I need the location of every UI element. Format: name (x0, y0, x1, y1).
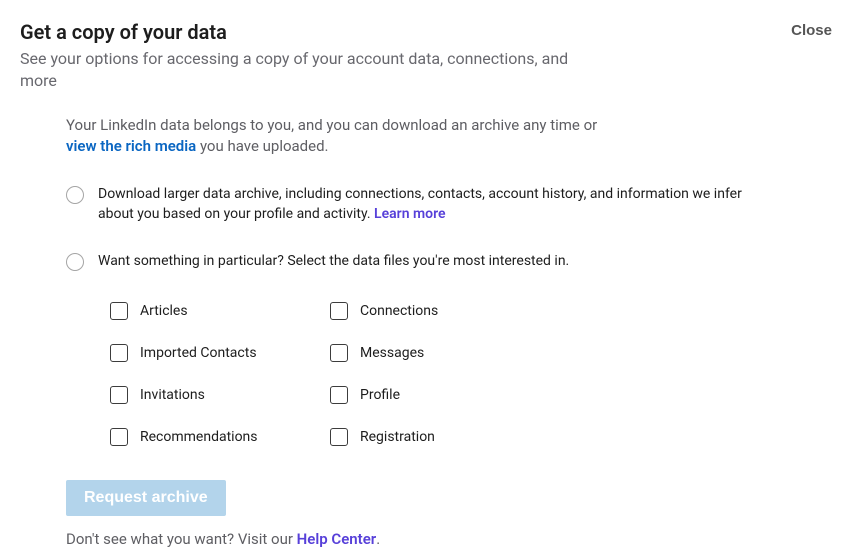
radio-full-archive[interactable] (66, 186, 84, 204)
checkbox-row-invitations[interactable]: Invitations (110, 386, 320, 404)
checkbox-label-messages: Messages (360, 345, 424, 361)
checkbox-label-connections: Connections (360, 303, 438, 319)
checkbox-imported-contacts[interactable] (110, 344, 128, 362)
radio-specific-label: Want something in particular? Select the… (98, 252, 569, 272)
footer-note: Don't see what you want? Visit our Help … (66, 530, 836, 548)
intro-prefix: Your LinkedIn data belongs to you, and y… (66, 116, 597, 134)
radio-specific[interactable] (66, 253, 84, 271)
content-area: Your LinkedIn data belongs to you, and y… (20, 91, 836, 548)
help-center-link[interactable]: Help Center (297, 530, 377, 548)
intro-text: Your LinkedIn data belongs to you, and y… (66, 115, 606, 157)
checkbox-label-profile: Profile (360, 387, 400, 403)
checkbox-profile[interactable] (330, 386, 348, 404)
checkbox-row-profile[interactable]: Profile (330, 386, 540, 404)
checkbox-row-recommendations[interactable]: Recommendations (110, 428, 320, 446)
checkbox-label-recommendations: Recommendations (140, 429, 258, 445)
checkbox-invitations[interactable] (110, 386, 128, 404)
checkbox-label-articles: Articles (140, 303, 188, 319)
checkbox-row-articles[interactable]: Articles (110, 302, 320, 320)
page-title: Get a copy of your data (20, 20, 227, 44)
checkbox-articles[interactable] (110, 302, 128, 320)
request-archive-button[interactable]: Request archive (66, 480, 226, 516)
intro-suffix: you have uploaded. (196, 137, 328, 155)
footer-prefix: Don't see what you want? Visit our (66, 530, 297, 548)
checkbox-label-invitations: Invitations (140, 387, 205, 403)
learn-more-link[interactable]: Learn more (374, 206, 445, 222)
radio-option-specific[interactable]: Want something in particular? Select the… (66, 252, 746, 272)
checkbox-row-connections[interactable]: Connections (330, 302, 540, 320)
checkbox-grid: Articles Connections Imported Contacts M… (110, 302, 836, 446)
page-subtitle: See your options for accessing a copy of… (20, 48, 580, 91)
checkbox-messages[interactable] (330, 344, 348, 362)
close-button[interactable]: Close (787, 20, 836, 41)
checkbox-connections[interactable] (330, 302, 348, 320)
checkbox-row-registration[interactable]: Registration (330, 428, 540, 446)
checkbox-row-messages[interactable]: Messages (330, 344, 540, 362)
checkbox-registration[interactable] (330, 428, 348, 446)
footer-suffix: . (376, 530, 380, 548)
checkbox-row-imported-contacts[interactable]: Imported Contacts (110, 344, 320, 362)
checkbox-label-registration: Registration (360, 429, 435, 445)
checkbox-label-imported-contacts: Imported Contacts (140, 345, 257, 361)
radio-option-full-archive[interactable]: Download larger data archive, including … (66, 185, 746, 224)
radio-full-archive-label: Download larger data archive, including … (98, 185, 746, 224)
options-group: Download larger data archive, including … (66, 185, 836, 446)
view-rich-media-link[interactable]: view the rich media (66, 137, 196, 155)
checkbox-recommendations[interactable] (110, 428, 128, 446)
